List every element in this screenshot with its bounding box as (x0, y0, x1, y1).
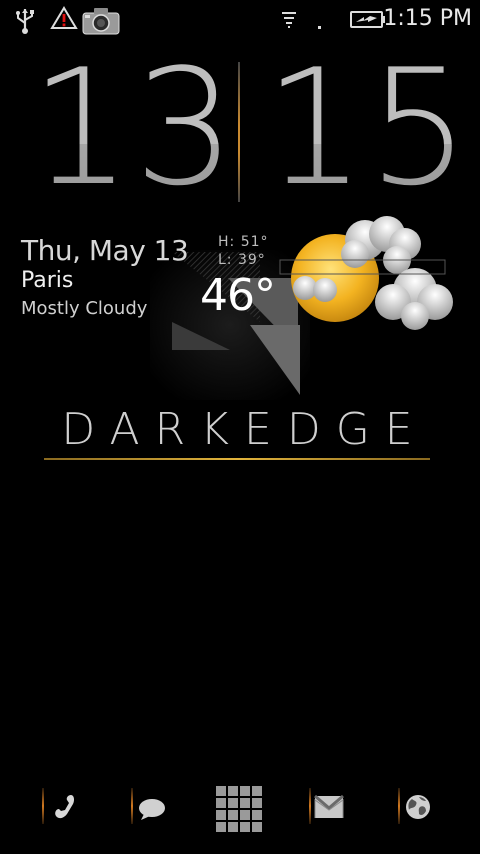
warning-icon (50, 6, 78, 34)
weather-date: Thu, May 13 (21, 234, 189, 267)
clock-minutes: 15 (264, 34, 472, 221)
messaging-icon (137, 796, 167, 826)
dock-separator (398, 788, 400, 824)
dock-browser-button[interactable] (398, 780, 448, 836)
dock-separator (309, 788, 311, 824)
browser-icon (404, 793, 432, 825)
dock-phone-button[interactable] (42, 780, 92, 836)
dock (0, 780, 480, 840)
dock-app-drawer-button[interactable] (214, 780, 266, 836)
clock-widget[interactable]: 13 15 (0, 34, 480, 221)
phone-icon (50, 792, 80, 826)
signal-icon (282, 10, 324, 36)
dock-separator (42, 788, 44, 824)
clock-divider (238, 62, 240, 202)
home-screen: 1:15 PM 13 15 Thu, May 13 Paris Mostly C… (0, 0, 480, 854)
battery-charging-icon (350, 10, 386, 34)
weather-condition: Mostly Cloudy (21, 298, 148, 319)
weather-high: H: 51° (218, 234, 269, 250)
weather-city: Paris (21, 268, 74, 293)
dock-gmail-button[interactable] (309, 780, 359, 836)
brand-title: DARKEDGE (61, 404, 428, 455)
clock-hours: 13 (30, 34, 238, 221)
partly-cloudy-icon (265, 210, 460, 354)
weather-widget[interactable]: Thu, May 13 Paris Mostly Cloudy H: 51° L… (0, 216, 480, 400)
app-drawer-icon (214, 784, 266, 840)
weather-low: L: 39° (218, 252, 266, 268)
dock-separator (131, 788, 133, 824)
dock-messaging-button[interactable] (131, 780, 181, 836)
status-time: 1:15 PM (383, 6, 472, 31)
gmail-icon (314, 794, 344, 824)
weather-temperature: 46° (200, 270, 276, 321)
brand-underline (44, 458, 430, 460)
